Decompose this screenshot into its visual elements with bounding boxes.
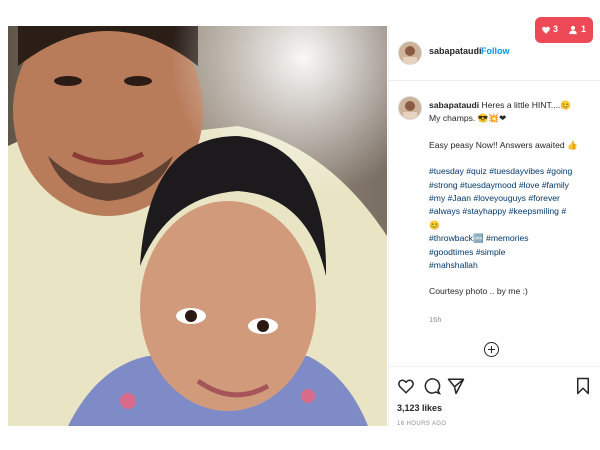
likes-notification-count: 3 [553, 24, 559, 34]
hashtag-line[interactable]: #mahshallah [429, 259, 597, 272]
caption-line: 😊 [429, 219, 440, 230]
heart-icon[interactable] [397, 377, 415, 395]
caption-avatar[interactable] [398, 96, 422, 120]
caption-line: Heres a little HINT....😊 [481, 100, 572, 110]
add-comment-icon[interactable] [484, 342, 499, 357]
post-side-panel: sabapataudi • Follow sabapataudi Heres a… [388, 26, 600, 427]
follow-button[interactable]: Follow [481, 46, 510, 56]
separator-dot: • [474, 47, 477, 56]
post-timestamp: 16 HOURS AGO [397, 421, 447, 427]
comment-icon[interactable] [423, 377, 441, 395]
caption-line: Easy peasy Now!! Answers awaited 👍 [429, 139, 578, 150]
follower-notification-count: 1 [581, 24, 587, 34]
activity-notification-badge[interactable]: 3 1 [535, 17, 593, 43]
caption-line: My champs. 😎💥❤ [429, 113, 507, 124]
hashtag-line[interactable]: #throwback🆒 #memories [429, 232, 597, 245]
likes-count[interactable]: 3,123 likes [397, 403, 442, 413]
hashtag-line[interactable]: #my #Jaan #loveyouguys #forever [429, 192, 597, 205]
bookmark-icon[interactable] [574, 377, 592, 395]
avatar[interactable] [398, 41, 422, 65]
hashtag-line[interactable]: #strong #tuesdaymood #love #family [429, 179, 597, 192]
post-caption: sabapataudi Heres a little HINT....😊 My … [429, 99, 597, 299]
caption-line: Courtesy photo .. by me :) [429, 286, 528, 297]
share-icon[interactable] [447, 377, 465, 395]
follower-icon [569, 25, 577, 35]
action-bar: 3,123 likes 16 HOURS AGO [389, 366, 600, 427]
post-photo[interactable] [8, 26, 387, 426]
hashtag-line[interactable]: #always #stayhappy #keepsmiling # [429, 205, 597, 218]
hashtag-line[interactable]: #tuesday #quiz #tuesdayvibes #going [429, 165, 597, 178]
caption-username[interactable]: sabapataudi [429, 100, 479, 110]
heart-icon [542, 26, 550, 34]
hashtag-line[interactable]: #goodtimes #simple [429, 246, 597, 259]
relative-time: 16h [429, 315, 442, 324]
